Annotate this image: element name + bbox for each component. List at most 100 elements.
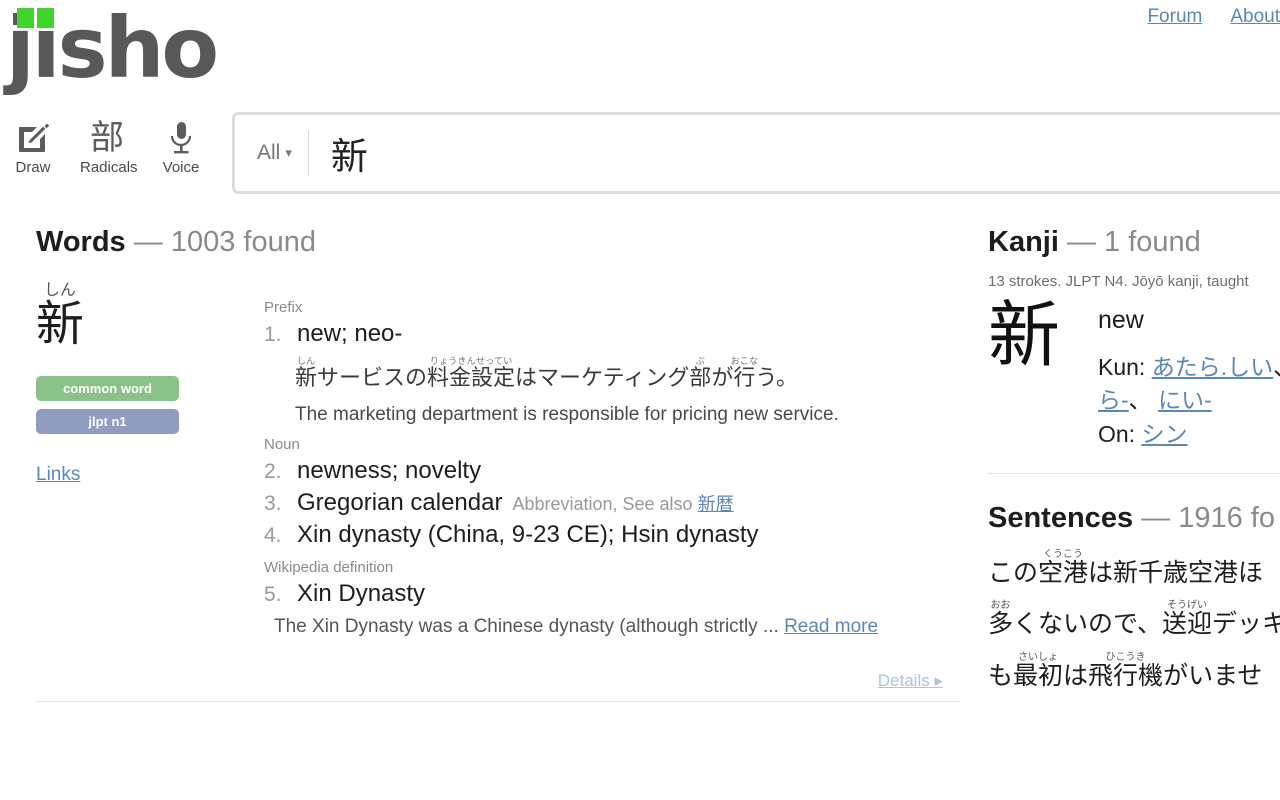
sense-definition: Xin dynasty (China, 9-23 CE); Hsin dynas… <box>297 520 759 548</box>
draw-tool-button[interactable]: Draw <box>6 118 60 176</box>
kanji-kun-line: Kun: あたら.しい、 <box>1098 351 1280 384</box>
microphone-icon <box>154 118 208 158</box>
sense-item-wikipedia: 5. Xin Dynasty The Xin Dynasty was a Chi… <box>264 580 961 645</box>
kanji-kun-line-wrap: ら-、 にい- <box>1098 384 1280 417</box>
kanji-result: 新 new Kun: あたら.しい、 ら-、 にい- On: シン <box>988 295 1280 451</box>
kanji-section-heading: Kanji — 1 found <box>988 226 1280 259</box>
kanji-heading-count: 1 found <box>1104 226 1201 258</box>
part-of-speech-label: Noun <box>264 435 300 453</box>
voice-tool-label: Voice <box>162 159 200 176</box>
nav-link-forum[interactable]: Forum <box>1147 6 1202 28</box>
sense-tags: Abbreviation, See also 新暦 <box>512 490 733 516</box>
example-base: う。 <box>755 366 799 391</box>
example-ruby: おこな <box>730 356 759 367</box>
links-toggle[interactable]: Links <box>36 464 80 486</box>
sentence-base: くないので、 <box>1013 609 1163 639</box>
kanji-character[interactable]: 新 <box>988 295 1098 451</box>
example-base: 料金設定 <box>427 366 516 391</box>
words-heading-count: 1003 found <box>170 226 316 258</box>
reading-separator: 、 <box>1128 387 1152 414</box>
example-base: サービスの <box>317 366 428 391</box>
word-entry-headword-block: 新しん common word jlpt n1 Links <box>36 281 264 691</box>
side-section-divider <box>988 473 1280 475</box>
example-seg: 料金設定りょうきんせってい <box>427 356 516 391</box>
sentence-base: は <box>1063 660 1089 690</box>
example-ruby: りょうきんせってい <box>427 356 516 367</box>
headword-ruby: 新しん <box>36 281 85 352</box>
read-more-link[interactable]: Read more <box>784 616 878 637</box>
draw-tool-label: Draw <box>15 159 51 176</box>
sense-number: 4. <box>264 523 282 547</box>
details-link[interactable]: Details ▸ <box>878 671 943 690</box>
status-badge-common-word: common word <box>36 376 179 401</box>
radicals-tool-label: Radicals <box>80 159 138 176</box>
see-also-link[interactable]: 新暦 <box>698 494 734 514</box>
entry-divider <box>36 700 961 702</box>
sentence-seg: 多おお <box>988 600 1014 639</box>
sentence-ruby: ひこうき <box>1088 651 1164 663</box>
part-of-speech-label: Wikipedia definition <box>264 558 394 576</box>
word-entry: 新しん common word jlpt n1 Links Prefix 1. … <box>36 281 961 691</box>
radicals-glyph: 部 <box>90 118 124 158</box>
sentences-heading-title: Sentences <box>988 502 1134 535</box>
sense-tag-text: Abbreviation, See also <box>512 493 693 514</box>
site-logo[interactable]: jisho <box>6 4 219 104</box>
sentence-base: 最初 <box>1013 660 1064 690</box>
open-book-icon <box>17 8 57 28</box>
sentence-base: この <box>988 558 1039 588</box>
search-scope-dropdown[interactable]: All ▾ <box>235 141 308 165</box>
side-column: Kanji — 1 found 13 strokes. JLPT N4. Jōy… <box>988 226 1280 701</box>
words-heading-title: Words <box>36 226 126 258</box>
chevron-down-icon: ▾ <box>285 145 292 160</box>
sense-item: 4. Xin dynasty (China, 9-23 CE); Hsin dy… <box>264 521 961 549</box>
on-reading-link[interactable]: シン <box>1141 421 1187 447</box>
kanji-meaning: new <box>1098 306 1144 334</box>
example-ruby: しん <box>295 356 318 367</box>
voice-tool-button[interactable]: Voice <box>154 118 208 176</box>
sentence-ruby: さいしょ <box>1013 651 1064 663</box>
sentences-section-heading: Sentences — 1916 fo <box>988 502 1280 535</box>
sentence-base: 飛行機 <box>1088 660 1164 690</box>
sentence-line[interactable]: 多おおくないので、送迎そうげいデッキ <box>988 598 1280 649</box>
example-sentence: 新しんサービスの料金設定りょうきんせっていはマーケティング部ぶが行おこなう。 T… <box>295 356 961 426</box>
jisho-search-results-page: Forum About jisho Draw 部 Radicals Voice … <box>0 0 1280 800</box>
kanji-details: new Kun: あたら.しい、 ら-、 にい- On: シン <box>1098 296 1280 451</box>
sentence-base: は新千歳空港ほ <box>1088 558 1264 588</box>
search-input[interactable] <box>308 115 1280 191</box>
sense-definition: new; neo- <box>297 320 403 347</box>
radicals-tool-button[interactable]: 部 Radicals <box>80 118 138 176</box>
kanji-on-line: On: シン <box>1098 418 1280 451</box>
sentences-list: この空港くうこうは新千歳空港ほ 多おおくないので、送迎そうげいデッキ も最初さい… <box>988 547 1280 701</box>
sentence-base: デッキ <box>1212 609 1280 639</box>
kun-reading-link[interactable]: にい- <box>1158 387 1212 413</box>
example-ruby: ぶ <box>689 356 712 367</box>
top-navigation: Forum About <box>1147 0 1280 28</box>
wikipedia-title: Xin Dynasty <box>297 579 426 607</box>
example-seg: 部ぶ <box>689 356 712 391</box>
radicals-kanji-icon: 部 <box>80 118 134 158</box>
words-heading-dash: — <box>133 226 163 258</box>
sentence-base: 空港 <box>1038 558 1089 588</box>
search-bar: All ▾ <box>232 112 1280 194</box>
example-base: 新 <box>295 366 318 391</box>
headword-kanji: 新 <box>36 296 85 352</box>
kun-reading-link[interactable]: ら- <box>1098 387 1129 413</box>
search-scope-label: All <box>257 141 281 164</box>
sense-item: 2. newness; novelty <box>264 457 961 485</box>
nav-link-about[interactable]: About <box>1230 6 1280 28</box>
sentence-line[interactable]: も最初さいしょは飛行機ひこうきがいませ <box>988 650 1280 701</box>
on-label: On: <box>1098 420 1136 447</box>
sentences-heading-dash: — <box>1141 502 1171 535</box>
example-base: 部 <box>689 366 712 391</box>
example-seg: 新しん <box>295 356 318 391</box>
headword[interactable]: 新しん <box>36 281 264 354</box>
sentence-seg: 飛行機ひこうき <box>1088 652 1164 690</box>
example-base: はマーケティング <box>515 366 690 391</box>
kanji-readings: Kun: あたら.しい、 ら-、 にい- On: シン <box>1098 351 1280 451</box>
sentence-seg: 最初さいしょ <box>1013 652 1064 690</box>
kun-reading-link[interactable]: あたら.しい <box>1152 354 1273 380</box>
sense-number: 1. <box>264 323 282 346</box>
sentence-base: 多 <box>988 609 1014 639</box>
sense-number: 3. <box>264 491 282 515</box>
sentence-line[interactable]: この空港くうこうは新千歳空港ほ <box>988 547 1280 598</box>
